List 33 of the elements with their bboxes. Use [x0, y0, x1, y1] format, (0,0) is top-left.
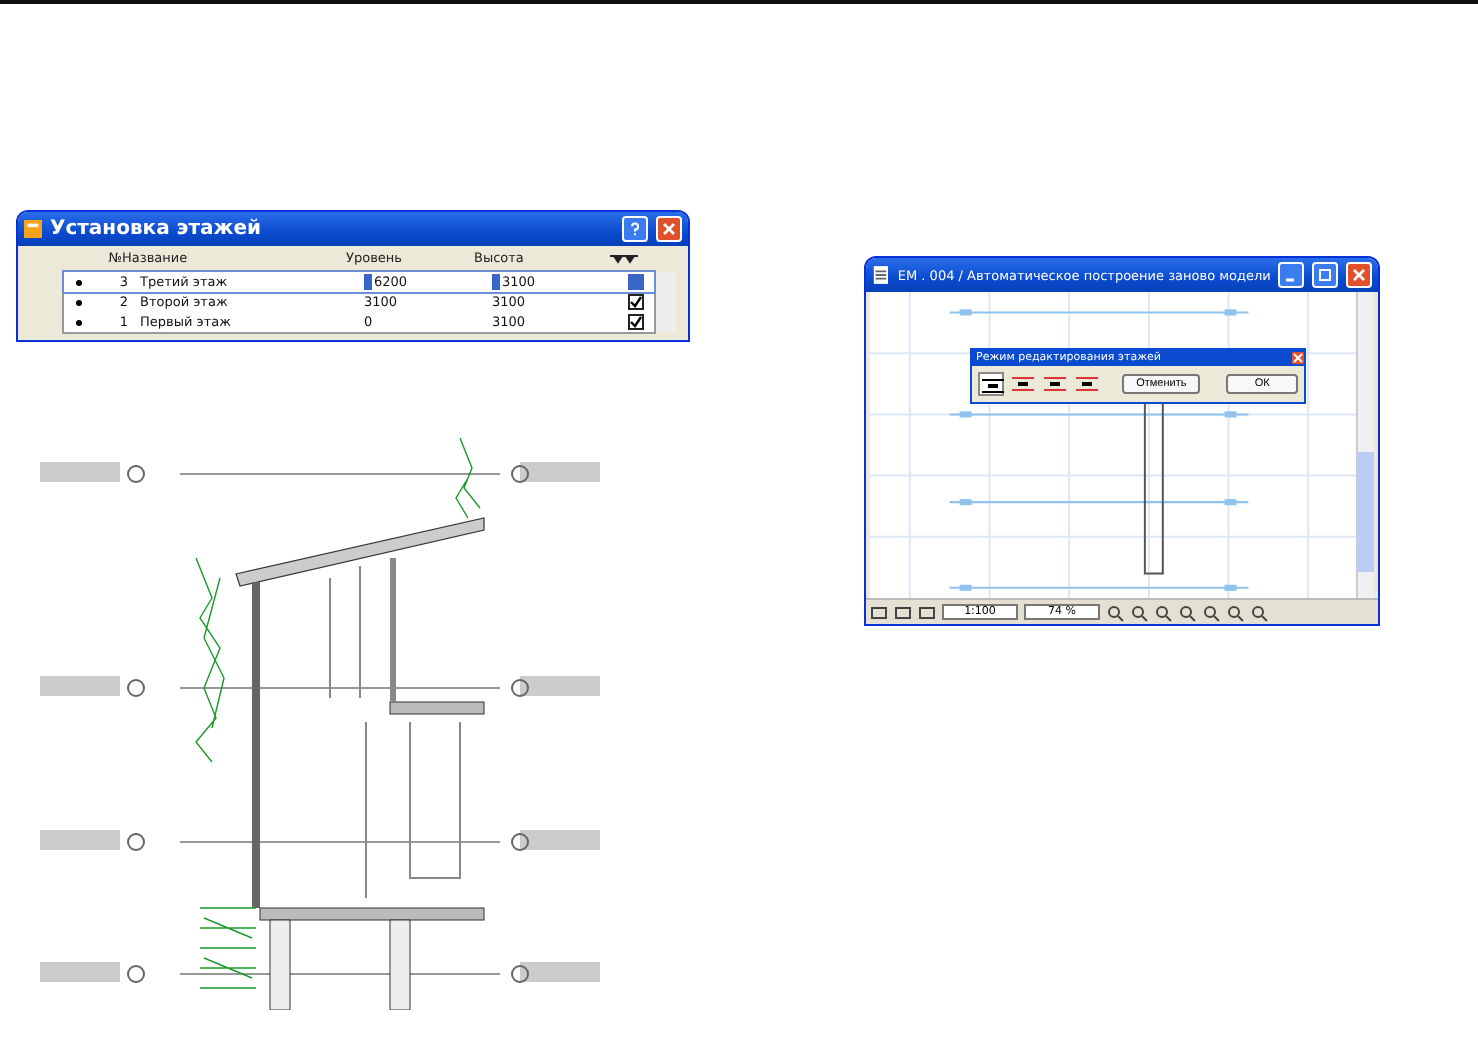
checkbox[interactable]: [628, 294, 644, 310]
zoom-icon[interactable]: [1154, 603, 1172, 621]
zoom-icon[interactable]: [1106, 603, 1124, 621]
maximize-icon: [1318, 268, 1333, 282]
close-icon: [1352, 268, 1367, 282]
story-marker-icon: [76, 299, 82, 305]
zoom-icon[interactable]: [1226, 603, 1244, 621]
minimize-button[interactable]: [1278, 262, 1305, 288]
zoom-icon[interactable]: [1178, 603, 1196, 621]
checkbox[interactable]: [628, 274, 644, 290]
story-mode-button[interactable]: [1010, 372, 1036, 396]
zoom-icon[interactable]: [1250, 603, 1268, 621]
story-mode-button[interactable]: [978, 372, 1004, 396]
story-mode-button[interactable]: [1074, 372, 1100, 396]
help-icon: [628, 222, 642, 236]
checkbox[interactable]: [628, 314, 644, 330]
story-marker-icon: [76, 319, 82, 325]
zoom-icon[interactable]: [1202, 603, 1220, 621]
close-button[interactable]: [656, 216, 682, 242]
app-icon: [24, 220, 42, 238]
dialog-title: Установка этажей: [50, 218, 264, 240]
scrollbar[interactable]: [656, 272, 676, 332]
story-mode-button[interactable]: [1042, 372, 1068, 396]
sort-arrows-icon: [610, 253, 638, 263]
document-icon: [872, 266, 890, 284]
help-button[interactable]: [622, 216, 648, 242]
scrollbar[interactable]: [1356, 292, 1374, 598]
close-icon[interactable]: [1292, 352, 1304, 364]
story-marker-icon: [76, 279, 82, 285]
maximize-button[interactable]: [1312, 262, 1339, 288]
close-icon: [662, 222, 676, 236]
close-button[interactable]: [1346, 262, 1372, 288]
zoom-icon[interactable]: [1130, 603, 1148, 621]
